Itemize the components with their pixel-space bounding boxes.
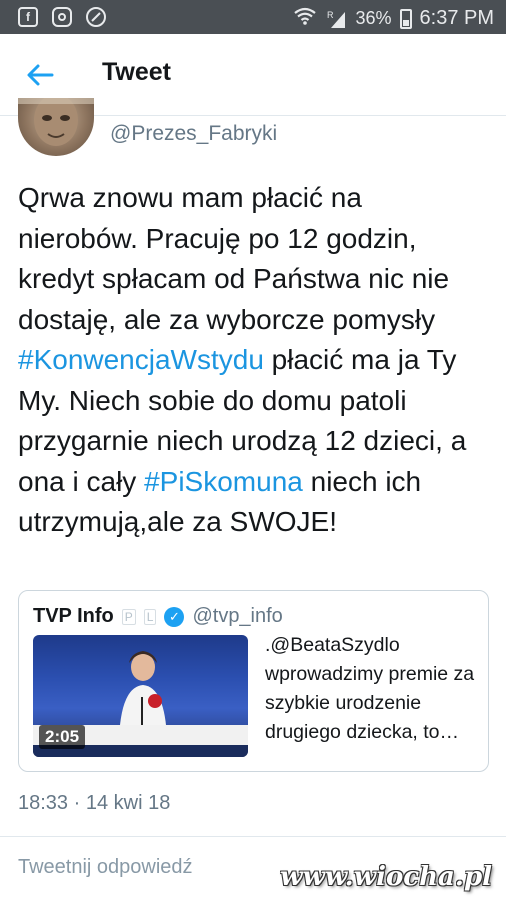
instagram-icon	[52, 7, 72, 27]
verified-icon: ✓	[164, 606, 185, 627]
hashtag-link[interactable]: #PiSkomuna	[144, 466, 303, 497]
quoted-tweet-card[interactable]: TVP Info P L ✓ @tvp_info 2:05 .@BeataSzy…	[18, 590, 489, 772]
wifi-icon	[293, 6, 317, 31]
author-handle[interactable]: @Prezes_Fabryki	[110, 122, 277, 146]
video-duration: 2:05	[39, 725, 86, 749]
clock: 6:37 PM	[419, 7, 494, 29]
battery-icon	[399, 8, 412, 29]
profile-badge-icon: P	[121, 608, 136, 625]
avatar[interactable]	[18, 98, 94, 156]
reply-input[interactable]: Tweetnij odpowiedź	[18, 856, 193, 879]
quoted-tweet-text: .@BeataSzydlo wprowadzimy premie za szyb…	[265, 634, 475, 743]
svg-text:R: R	[327, 10, 334, 20]
tweet-text: Qrwa znowu mam płacić na nierobów. Pracu…	[18, 178, 488, 543]
status-left-icons: f	[18, 7, 106, 27]
profile-badge-icon: L	[143, 608, 157, 625]
status-bar: f R 36% 6:37 PM	[0, 0, 506, 34]
divider	[0, 836, 506, 837]
quoted-tweet-header: TVP Info P L ✓ @tvp_info	[33, 605, 283, 628]
hashtag-link[interactable]: #KonwencjaWstydu	[18, 344, 264, 375]
quoted-author-name: TVP Info	[33, 605, 114, 627]
facebook-icon: f	[18, 7, 38, 27]
quoted-author-handle: @tvp_info	[192, 605, 283, 627]
page-title: Tweet	[102, 58, 171, 86]
watermark: www.wiocha.pl	[280, 862, 492, 892]
status-right: R 36% 6:37 PM	[293, 6, 494, 31]
video-thumbnail[interactable]: 2:05	[33, 635, 248, 757]
tweet-text-part: Qrwa znowu mam płacić na nierobów. Pracu…	[18, 182, 450, 335]
arrow-left-icon[interactable]	[22, 60, 58, 90]
battery-percent: 36%	[355, 8, 392, 28]
shield-icon	[86, 7, 106, 27]
tweet-timestamp[interactable]: 18:33 · 14 kwi 18	[18, 792, 170, 815]
signal-icon: R	[325, 9, 347, 29]
